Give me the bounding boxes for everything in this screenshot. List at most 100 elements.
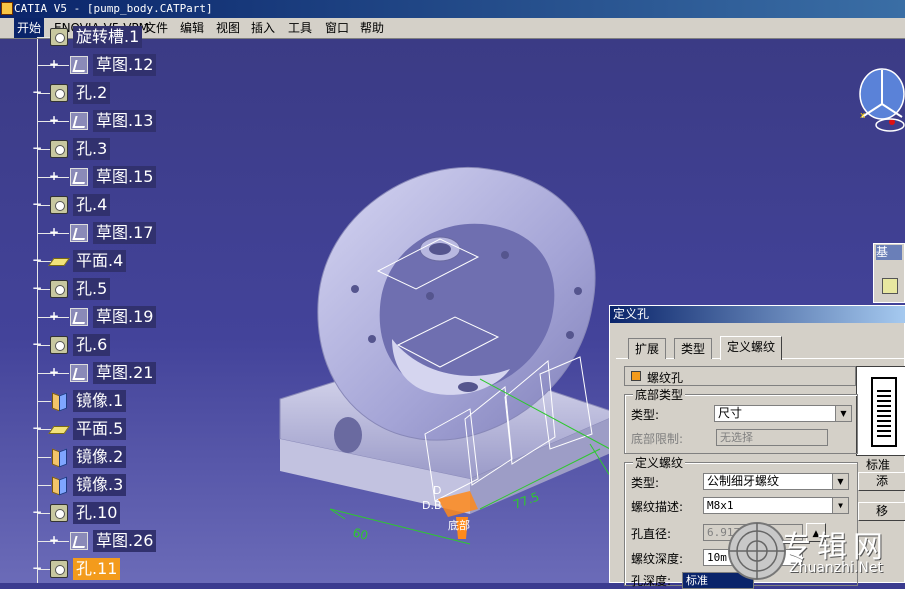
hole-icon[interactable] [50, 140, 68, 158]
tab-extension[interactable]: 扩展 [628, 338, 667, 359]
expand-plus-icon[interactable]: + [49, 114, 59, 126]
collapse-minus-icon[interactable]: − [32, 86, 42, 98]
solid-icon[interactable] [882, 278, 898, 294]
tree-node-label[interactable]: 镜像.1 [73, 390, 127, 412]
chevron-down-icon[interactable]: ▼ [832, 498, 848, 513]
tree-node-label[interactable]: 草图.15 [93, 166, 157, 188]
expand-plus-icon[interactable]: + [49, 58, 59, 70]
expand-plus-icon[interactable]: + [49, 366, 59, 378]
tree-node-label[interactable]: 草图.26 [93, 530, 157, 552]
sketch-icon[interactable] [70, 56, 88, 74]
sketch-icon[interactable] [70, 224, 88, 242]
hole-icon[interactable] [50, 504, 68, 522]
plane-icon[interactable] [50, 252, 68, 270]
tree-node-label[interactable]: 孔.2 [73, 82, 111, 104]
tree-node[interactable]: − 孔.11 [32, 558, 207, 580]
tree-node-label[interactable]: 草图.12 [93, 54, 157, 76]
tree-node-label[interactable]: 孔.10 [73, 502, 121, 524]
tree-node[interactable]: − 孔.10 [32, 502, 207, 524]
tree-node-label[interactable]: 孔.4 [73, 194, 111, 216]
thread-type-combo[interactable]: 公制细牙螺纹 ▼ [703, 473, 849, 490]
tree-node-label[interactable]: 孔.11 [73, 558, 121, 580]
expand-plus-icon[interactable]: + [49, 534, 59, 546]
collapse-minus-icon[interactable]: − [32, 562, 42, 574]
tree-node[interactable]: 镜像.2 [37, 446, 207, 468]
menu-item-7[interactable]: 窗口 [322, 18, 352, 38]
tree-node-label[interactable]: 孔.5 [73, 278, 111, 300]
hole-icon[interactable] [50, 336, 68, 354]
tree-node[interactable]: 镜像.1 [37, 390, 207, 412]
collapse-minus-icon[interactable]: − [32, 198, 42, 210]
sketch-icon[interactable] [70, 364, 88, 382]
sketch-icon[interactable] [70, 532, 88, 550]
expand-plus-icon[interactable]: + [49, 170, 59, 182]
sketch-icon[interactable] [70, 308, 88, 326]
tree-node-label[interactable]: 草图.19 [93, 306, 157, 328]
menu-item-6[interactable]: 工具 [285, 18, 315, 38]
plane-icon[interactable] [50, 420, 68, 438]
tree-node-label[interactable]: 平面.5 [73, 418, 127, 440]
menu-item-4[interactable]: 视图 [213, 18, 243, 38]
sketch-icon[interactable] [70, 112, 88, 130]
collapse-minus-icon[interactable]: − [32, 506, 42, 518]
thread-description-combo[interactable]: M8x1 ▼ [703, 497, 849, 514]
globe-icon [728, 522, 786, 580]
tree-node-label[interactable]: 草图.13 [93, 110, 157, 132]
catia-app-icon[interactable] [1, 2, 13, 15]
remove-standard-button[interactable]: 移 [858, 502, 905, 521]
tree-node-label[interactable]: 镜像.3 [73, 474, 127, 496]
collapse-minus-icon[interactable]: − [32, 422, 42, 434]
mid-hole [458, 382, 478, 392]
compass-icon[interactable]: x [852, 62, 905, 137]
mirror-icon[interactable] [50, 448, 68, 466]
tree-node[interactable]: − 孔.4 [32, 194, 207, 216]
hole-icon[interactable] [50, 28, 68, 46]
tree-node-label[interactable]: 草图.21 [93, 362, 157, 384]
tree-node[interactable]: 镜像.3 [37, 474, 207, 496]
collapse-minus-icon[interactable]: − [32, 142, 42, 154]
checkbox-box[interactable] [631, 371, 641, 381]
menu-item-8[interactable]: 帮助 [357, 18, 387, 38]
tree-node[interactable]: − 孔.2 [32, 82, 207, 104]
tab-thread-definition[interactable]: 定义螺纹 [720, 336, 783, 360]
tree-node[interactable]: + 草图.13 [37, 110, 207, 132]
expand-plus-icon[interactable]: + [49, 310, 59, 322]
tree-node-label[interactable]: 孔.6 [73, 334, 111, 356]
mirror-icon[interactable] [50, 476, 68, 494]
menu-item-5[interactable]: 插入 [248, 18, 278, 38]
expand-plus-icon[interactable]: + [49, 226, 59, 238]
tree-node[interactable]: 旋转槽.1 [37, 26, 207, 48]
tree-node-label[interactable]: 孔.3 [73, 138, 111, 160]
add-standard-button[interactable]: 添 [858, 472, 905, 491]
bottom-limit-field[interactable]: 无选择 [716, 429, 828, 446]
collapse-minus-icon[interactable]: − [32, 338, 42, 350]
tree-node[interactable]: + 草图.12 [37, 54, 207, 76]
tree-node-label[interactable]: 平面.4 [73, 250, 127, 272]
tree-node[interactable]: − 平面.4 [32, 250, 207, 272]
threaded-hole-checkbox[interactable]: 螺纹孔 [624, 366, 856, 386]
tree-node[interactable]: − 平面.5 [32, 418, 207, 440]
tree-node[interactable]: + 草图.19 [37, 306, 207, 328]
tree-node-label[interactable]: 镜像.2 [73, 446, 127, 468]
collapse-minus-icon[interactable]: − [32, 254, 42, 266]
tree-node[interactable]: + 草图.21 [37, 362, 207, 384]
tree-node-label[interactable]: 草图.17 [93, 222, 157, 244]
tree-node[interactable]: + 草图.26 [37, 530, 207, 552]
bottom-type-combo[interactable]: 尺寸 ▼ [714, 405, 852, 422]
hole-icon[interactable] [50, 84, 68, 102]
tree-node[interactable]: − 孔.5 [32, 278, 207, 300]
chevron-down-icon[interactable]: ▼ [835, 406, 851, 421]
sketch-icon[interactable] [70, 168, 88, 186]
hole-icon[interactable] [50, 280, 68, 298]
hole-icon[interactable] [50, 560, 68, 578]
tab-type[interactable]: 类型 [674, 338, 713, 359]
hole-icon[interactable] [50, 196, 68, 214]
tree-node[interactable]: − 孔.6 [32, 334, 207, 356]
collapse-minus-icon[interactable]: − [32, 282, 42, 294]
tree-node[interactable]: + 草图.15 [37, 166, 207, 188]
tree-node[interactable]: − 孔.3 [32, 138, 207, 160]
mirror-icon[interactable] [50, 392, 68, 410]
tree-node-label[interactable]: 旋转槽.1 [73, 26, 143, 48]
chevron-down-icon[interactable]: ▼ [832, 474, 848, 489]
tree-node[interactable]: + 草图.17 [37, 222, 207, 244]
